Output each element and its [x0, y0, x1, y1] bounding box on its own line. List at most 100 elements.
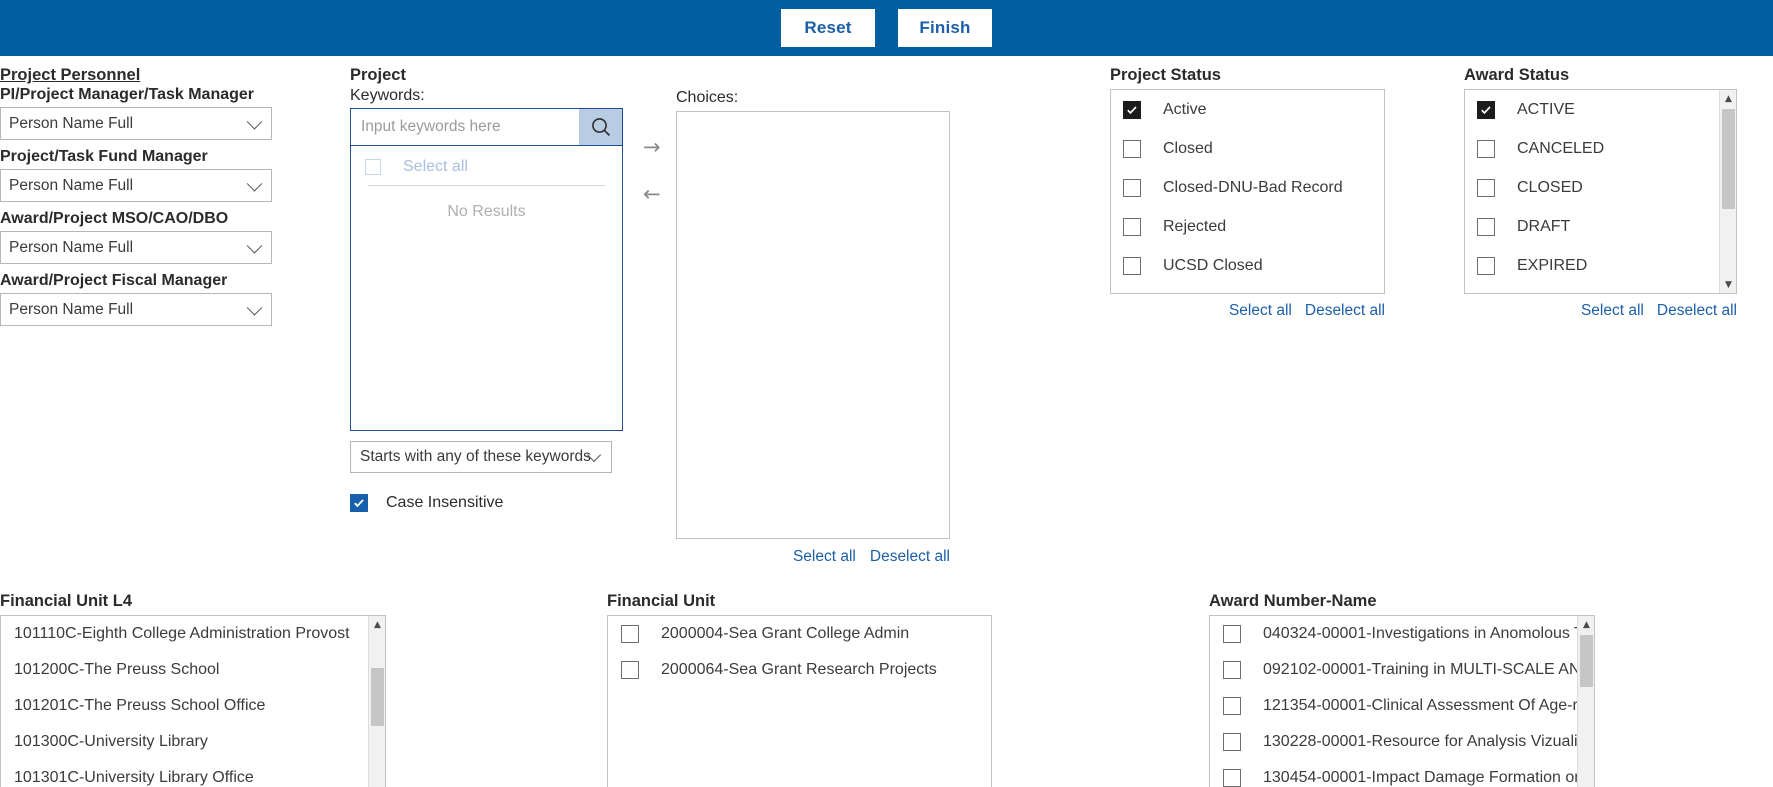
case-insensitive-row[interactable]: Case Insensitive [350, 494, 623, 512]
project-status-checkbox-ucsd-closed[interactable] [1123, 256, 1141, 275]
project-status-row-active[interactable]: Active [1111, 90, 1384, 129]
list-item[interactable]: 040324-00001-Investigations in Anomolous… [1210, 616, 1594, 652]
list-item[interactable]: 130228-00001-Resource for Analysis Vizua… [1210, 724, 1594, 760]
personnel-label-fiscal-manager: Award/Project Fiscal Manager [0, 272, 228, 289]
scroll-down-icon[interactable]: ▼ [1720, 276, 1736, 293]
personnel-select-pi-project-manager[interactable]: Person Name Full [0, 107, 272, 140]
award-status-checkbox-draft[interactable] [1477, 217, 1495, 236]
scrollbar-thumb[interactable] [371, 668, 384, 726]
scroll-up-icon[interactable]: ▲ [369, 616, 385, 633]
project-status-list[interactable]: Active Closed Closed-DNU-Bad Record Reje… [1110, 89, 1385, 294]
project-status-row-rejected[interactable]: Rejected [1111, 207, 1384, 246]
award-status-row-active[interactable]: ACTIVE [1465, 90, 1736, 129]
financial-unit-title: Financial Unit [607, 592, 716, 610]
keyword-search-button[interactable] [579, 108, 623, 146]
award-status-deselect-all-link[interactable]: Deselect all [1657, 302, 1737, 320]
choices-links: Select all Deselect all [676, 548, 950, 566]
choices-listbox[interactable] [676, 111, 950, 539]
scrollbar-thumb[interactable] [1722, 109, 1735, 209]
list-item[interactable]: 2000004-Sea Grant College Admin [608, 616, 991, 652]
award-status-checkbox-canceled[interactable] [1477, 139, 1495, 158]
financial-unit-l4-list[interactable]: 101110C-Eighth College Administration Pr… [0, 615, 386, 787]
award-status-checkbox-closed[interactable] [1477, 178, 1495, 197]
financial-unit-list[interactable]: 2000004-Sea Grant College Admin 2000064-… [607, 615, 992, 787]
finish-button[interactable]: Finish [898, 9, 992, 47]
project-status-row-closed[interactable]: Closed [1111, 129, 1384, 168]
project-status-links: Select all Deselect all [1110, 302, 1385, 320]
award-number-checkbox-2[interactable] [1223, 697, 1241, 715]
award-number-label-0: 040324-00001-Investigations in Anomolous… [1263, 625, 1589, 642]
keyword-match-mode-select[interactable]: Starts with any of these keywords [350, 441, 612, 473]
award-number-name-scrollbar[interactable]: ▲ [1577, 616, 1594, 787]
award-status-label-canceled: CANCELED [1517, 139, 1605, 157]
toolbar-button-group: Reset Finish [781, 9, 992, 47]
award-status-checkbox-expired[interactable] [1477, 256, 1495, 275]
award-status-list[interactable]: ACTIVE CANCELED CLOSED DRAFT EXPIRED PEN… [1464, 89, 1737, 294]
award-number-checkbox-1[interactable] [1223, 661, 1241, 679]
scrollbar-thumb[interactable] [1580, 635, 1593, 687]
award-number-checkbox-4[interactable] [1223, 769, 1241, 787]
scroll-up-icon[interactable]: ▲ [1578, 616, 1594, 633]
keyword-select-all-checkbox[interactable] [365, 159, 381, 175]
keyword-list-divider [368, 185, 605, 186]
award-number-checkbox-0[interactable] [1223, 625, 1241, 643]
keyword-results-list[interactable]: Select all No Results [350, 146, 623, 431]
reset-button[interactable]: Reset [781, 9, 875, 47]
project-personnel-section: Project Personnel PI/Project Manager/Tas… [0, 66, 272, 334]
financial-unit-section: Financial Unit 2000004-Sea Grant College… [607, 592, 992, 787]
financial-unit-checkbox-1[interactable] [621, 661, 639, 679]
move-left-button[interactable]: ← [637, 183, 667, 206]
financial-unit-l4-scrollbar[interactable]: ▲ [368, 616, 385, 787]
list-item[interactable]: 101201C-The Preuss School Office [1, 688, 385, 724]
project-status-row-closed-dnu[interactable]: Closed-DNU-Bad Record [1111, 168, 1384, 207]
award-status-checkbox-active[interactable] [1477, 100, 1495, 119]
project-status-checkbox-rejected[interactable] [1123, 217, 1141, 236]
personnel-value-mso-cao-dbo: Person Name Full [9, 238, 134, 256]
project-status-deselect-all-link[interactable]: Deselect all [1305, 302, 1385, 320]
project-status-checkbox-closed[interactable] [1123, 139, 1141, 158]
award-status-scrollbar[interactable]: ▲ ▼ [1719, 90, 1736, 293]
case-insensitive-checkbox[interactable] [350, 494, 368, 512]
list-item[interactable]: 092102-00001-Training in MULTI-SCALE ANA… [1210, 652, 1594, 688]
keywords-input[interactable] [350, 108, 579, 146]
list-item[interactable]: 101301C-University Library Office [1, 760, 385, 787]
scroll-up-icon[interactable]: ▲ [1720, 90, 1736, 107]
project-status-checkbox-closed-dnu[interactable] [1123, 178, 1141, 197]
list-item[interactable]: 101300C-University Library [1, 724, 385, 760]
financial-unit-l4-label-1: 101200C-The Preuss School [14, 661, 220, 678]
choices-select-all-link[interactable]: Select all [793, 548, 856, 566]
personnel-field-pi-project-manager: PI/Project Manager/Task Manager Person N… [0, 86, 272, 140]
list-item[interactable]: 130454-00001-Impact Damage Formation on [1210, 760, 1594, 787]
award-number-label-2: 121354-00001-Clinical Assessment Of Age-… [1263, 697, 1591, 714]
keyword-select-all-row[interactable]: Select all [351, 146, 622, 185]
financial-unit-l4-label-3: 101300C-University Library [14, 733, 208, 750]
project-status-row-ucsd-closed[interactable]: UCSD Closed [1111, 246, 1384, 285]
move-right-button[interactable]: → [637, 136, 667, 159]
award-status-select-all-link[interactable]: Select all [1581, 302, 1644, 320]
award-number-checkbox-3[interactable] [1223, 733, 1241, 751]
check-icon [1481, 105, 1491, 114]
award-status-row-closed[interactable]: CLOSED [1465, 168, 1736, 207]
list-item[interactable]: 101110C-Eighth College Administration Pr… [1, 616, 385, 652]
personnel-field-fiscal-manager: Award/Project Fiscal Manager Person Name… [0, 272, 272, 326]
award-status-row-expired[interactable]: EXPIRED [1465, 246, 1736, 285]
personnel-field-mso-cao-dbo: Award/Project MSO/CAO/DBO Person Name Fu… [0, 210, 272, 264]
award-status-row-draft[interactable]: DRAFT [1465, 207, 1736, 246]
award-status-label-active: ACTIVE [1517, 100, 1575, 118]
choices-deselect-all-link[interactable]: Deselect all [870, 548, 950, 566]
project-status-label-ucsd-closed: UCSD Closed [1163, 256, 1263, 274]
project-status-checkbox-active[interactable] [1123, 100, 1141, 119]
financial-unit-label-0: 2000004-Sea Grant College Admin [661, 625, 910, 642]
personnel-select-mso-cao-dbo[interactable]: Person Name Full [0, 231, 272, 264]
award-status-row-canceled[interactable]: CANCELED [1465, 129, 1736, 168]
list-item[interactable]: 121354-00001-Clinical Assessment Of Age-… [1210, 688, 1594, 724]
award-number-name-list[interactable]: 040324-00001-Investigations in Anomolous… [1209, 615, 1595, 787]
list-item[interactable]: 101200C-The Preuss School [1, 652, 385, 688]
award-status-row-pending-approval[interactable]: PENDING_APPROVAL [1465, 285, 1736, 293]
personnel-select-fiscal-manager[interactable]: Person Name Full [0, 293, 272, 326]
personnel-label-pi-project-manager: PI/Project Manager/Task Manager [0, 86, 255, 103]
project-status-select-all-link[interactable]: Select all [1229, 302, 1292, 320]
financial-unit-checkbox-0[interactable] [621, 625, 639, 643]
list-item[interactable]: 2000064-Sea Grant Research Projects [608, 652, 991, 688]
personnel-select-fund-manager[interactable]: Person Name Full [0, 169, 272, 202]
